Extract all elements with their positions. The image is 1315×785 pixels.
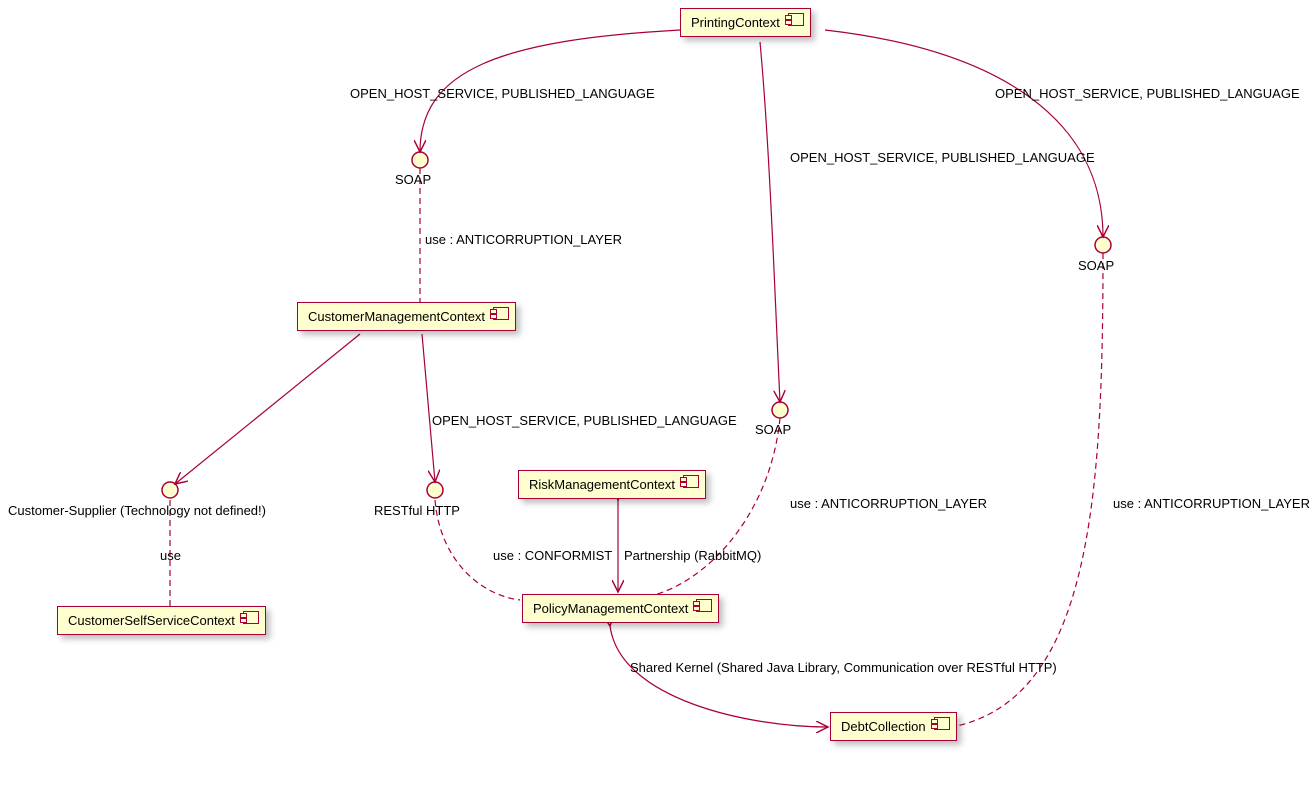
label-ohs-pl-1: OPEN_HOST_SERVICE, PUBLISHED_LANGUAGE — [350, 86, 655, 101]
component-label: PolicyManagementContext — [533, 601, 688, 616]
interface-soap-mid — [772, 402, 788, 418]
uml-component-icon — [243, 611, 259, 624]
component-printing-context: PrintingContext — [680, 8, 811, 37]
uml-component-icon — [493, 307, 509, 320]
label-acl-3: use : ANTICORRUPTION_LAYER — [1113, 496, 1310, 511]
label-use: use — [160, 548, 181, 563]
uml-component-icon — [788, 13, 804, 26]
component-label: CustomerManagementContext — [308, 309, 485, 324]
label-partnership: Partnership (RabbitMQ) — [624, 548, 761, 563]
label-shared-kernel: Shared Kernel (Shared Java Library, Comm… — [630, 660, 1057, 675]
label-ohs-pl-4: OPEN_HOST_SERVICE, PUBLISHED_LANGUAGE — [432, 413, 737, 428]
interface-soap-right — [1095, 237, 1111, 253]
label-acl-1: use : ANTICORRUPTION_LAYER — [425, 232, 622, 247]
interface-cust-supplier — [162, 482, 178, 498]
interface-label-cust-supplier: Customer-Supplier (Technology not define… — [8, 503, 266, 518]
component-label: PrintingContext — [691, 15, 780, 30]
component-policy-management-context: PolicyManagementContext — [522, 594, 719, 623]
interface-soap-left — [412, 152, 428, 168]
uml-component-icon — [696, 599, 712, 612]
interface-restful — [427, 482, 443, 498]
interface-label-soap-mid: SOAP — [755, 422, 791, 437]
component-customer-self-service-context: CustomerSelfServiceContext — [57, 606, 266, 635]
component-debt-collection: DebtCollection — [830, 712, 957, 741]
component-customer-management-context: CustomerManagementContext — [297, 302, 516, 331]
uml-component-icon — [934, 717, 950, 730]
component-label: CustomerSelfServiceContext — [68, 613, 235, 628]
label-ohs-pl-2: OPEN_HOST_SERVICE, PUBLISHED_LANGUAGE — [790, 150, 1095, 165]
interface-label-soap-left: SOAP — [395, 172, 431, 187]
uml-component-icon — [683, 475, 699, 488]
interface-label-restful: RESTful HTTP — [374, 503, 460, 518]
component-label: RiskManagementContext — [529, 477, 675, 492]
label-ohs-pl-3: OPEN_HOST_SERVICE, PUBLISHED_LANGUAGE — [995, 86, 1300, 101]
label-conformist: use : CONFORMIST — [493, 548, 612, 563]
component-label: DebtCollection — [841, 719, 926, 734]
interface-label-soap-right: SOAP — [1078, 258, 1114, 273]
label-acl-2: use : ANTICORRUPTION_LAYER — [790, 496, 987, 511]
component-risk-management-context: RiskManagementContext — [518, 470, 706, 499]
